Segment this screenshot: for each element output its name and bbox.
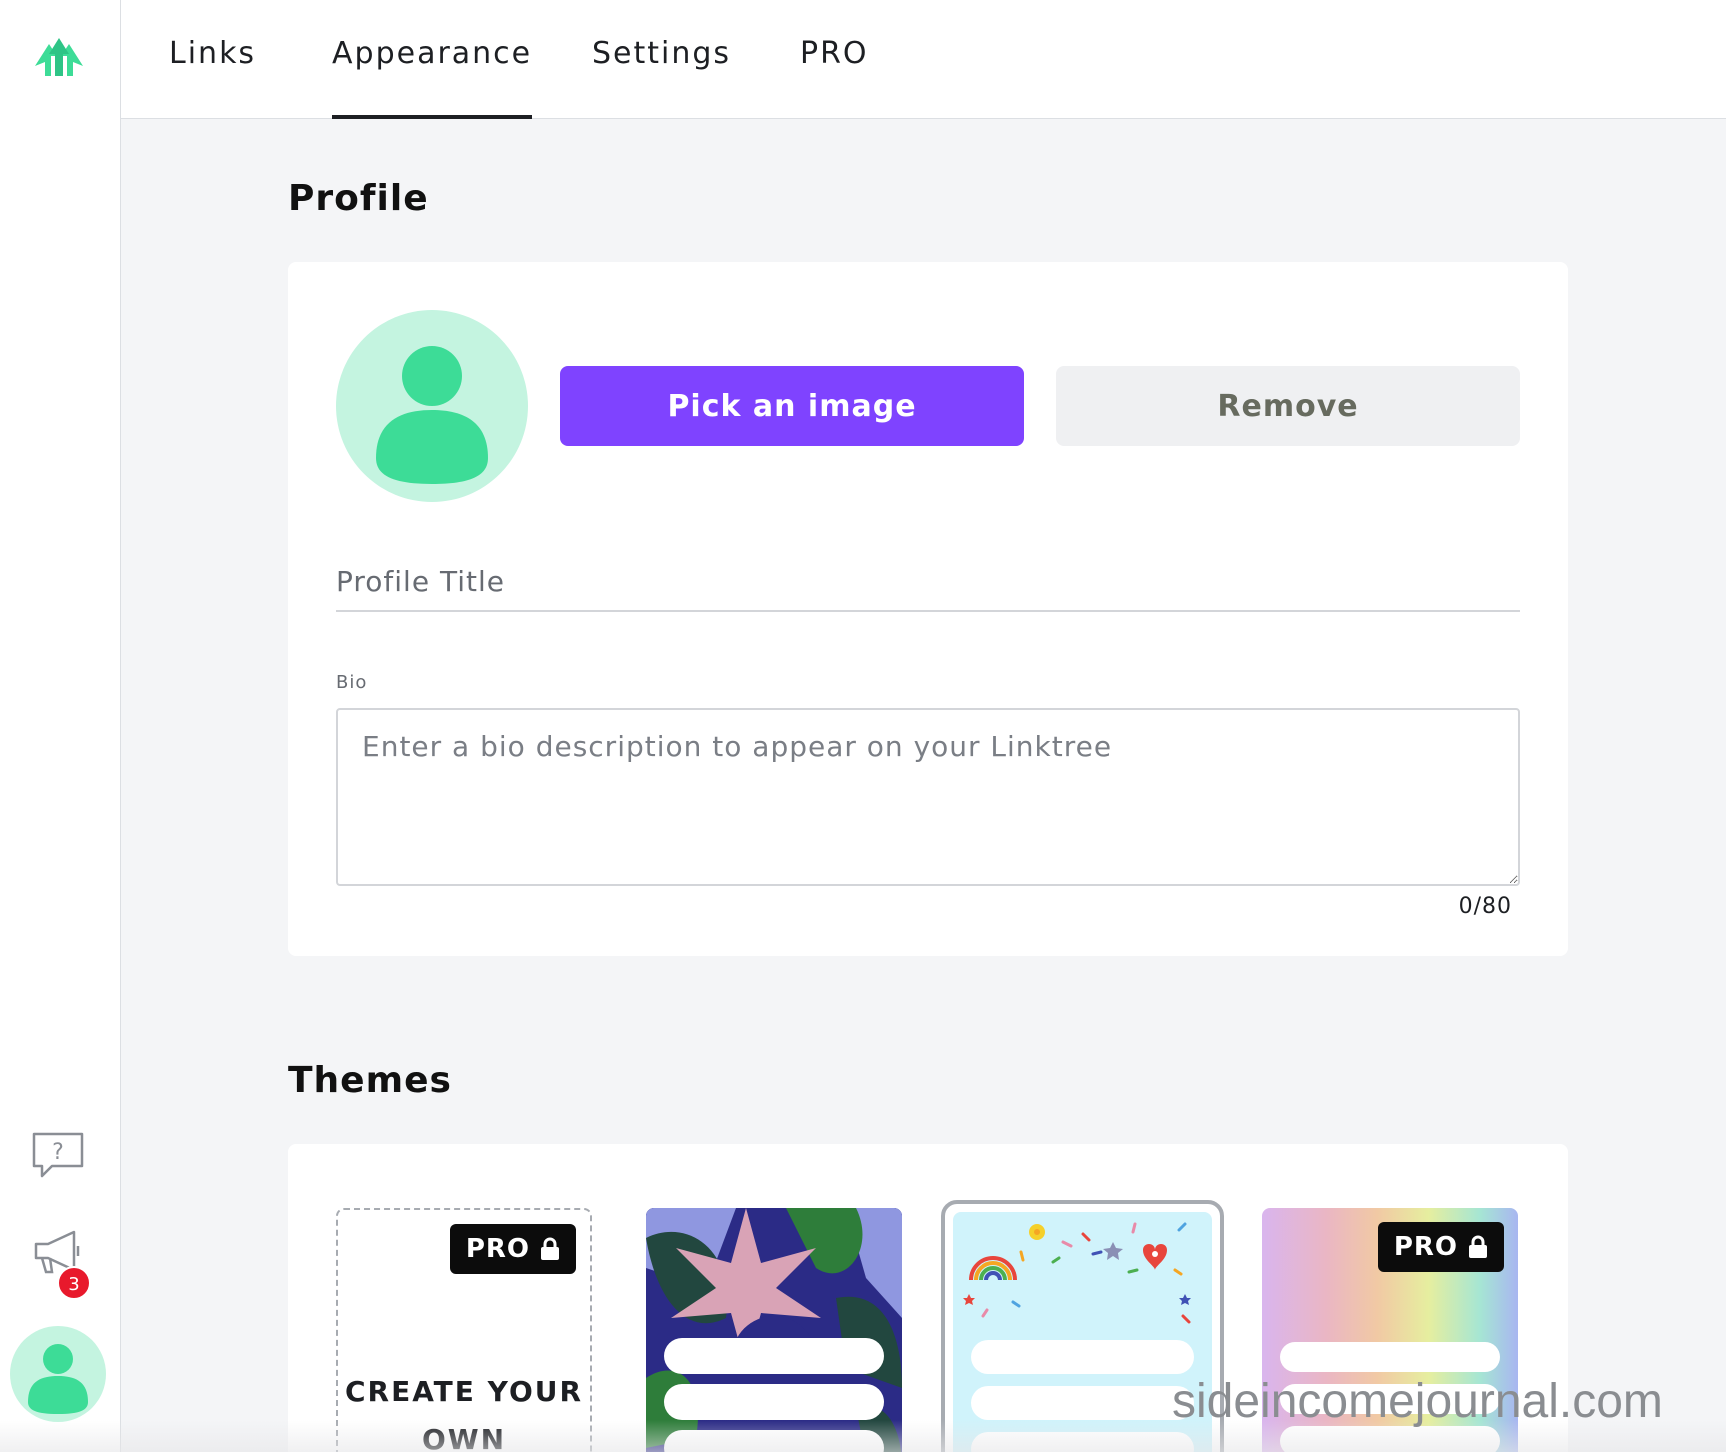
tab-appearance[interactable]: Appearance xyxy=(332,36,533,119)
theme-create-label: CREATE YOUR OWN xyxy=(338,1368,590,1452)
themes-heading: Themes xyxy=(288,1060,452,1101)
help-chat-icon[interactable]: ? xyxy=(30,1130,86,1182)
theme-jungle[interactable] xyxy=(646,1208,902,1452)
theme-preview-link xyxy=(971,1432,1194,1452)
profile-heading: Profile xyxy=(288,178,429,219)
pick-image-button[interactable]: Pick an image xyxy=(560,366,1024,446)
bio-label: Bio xyxy=(336,672,368,693)
remove-image-button[interactable]: Remove xyxy=(1056,366,1520,446)
lock-icon xyxy=(541,1237,559,1260)
account-avatar[interactable] xyxy=(10,1326,106,1422)
watermark: sideincomejournal.com xyxy=(1172,1375,1663,1428)
theme-create-your-own[interactable]: PRO CREATE YOUR OWN xyxy=(336,1208,592,1452)
user-avatar-icon xyxy=(28,1344,88,1414)
bio-textarea[interactable] xyxy=(336,708,1520,886)
pro-tag: PRO xyxy=(449,1224,576,1274)
theme-preview-link xyxy=(1280,1426,1500,1452)
pro-tag: PRO xyxy=(1377,1222,1504,1272)
theme-create-label-line1: CREATE YOUR xyxy=(344,1375,584,1408)
bio-character-counter: 0/80 xyxy=(1458,894,1512,919)
profile-title-input[interactable] xyxy=(336,552,1520,612)
theme-preview-link xyxy=(664,1430,884,1452)
sidebar: ? 3 xyxy=(0,0,121,1452)
theme-preview-link xyxy=(971,1386,1194,1420)
theme-preview-link xyxy=(664,1338,884,1374)
theme-preview-link xyxy=(1280,1342,1500,1372)
tab-links[interactable]: Links xyxy=(169,36,256,119)
theme-preview-link xyxy=(971,1340,1194,1374)
theme-create-label-line2: OWN xyxy=(421,1423,507,1452)
theme-preview-link xyxy=(664,1384,884,1420)
user-avatar-icon xyxy=(376,346,488,484)
notification-badge: 3 xyxy=(57,1266,91,1300)
linktree-logo-icon[interactable] xyxy=(31,32,87,80)
top-nav: Links Appearance Settings PRO xyxy=(121,0,1726,119)
tab-settings[interactable]: Settings xyxy=(592,36,731,119)
profile-avatar xyxy=(336,310,528,502)
profile-card: Pick an image Remove Bio 0/80 xyxy=(288,262,1568,956)
pro-tag-label: PRO xyxy=(1393,1232,1458,1262)
svg-text:?: ? xyxy=(52,1140,64,1165)
pro-tag-label: PRO xyxy=(465,1234,530,1264)
lock-icon xyxy=(1469,1235,1487,1258)
tab-pro[interactable]: PRO xyxy=(800,36,869,119)
